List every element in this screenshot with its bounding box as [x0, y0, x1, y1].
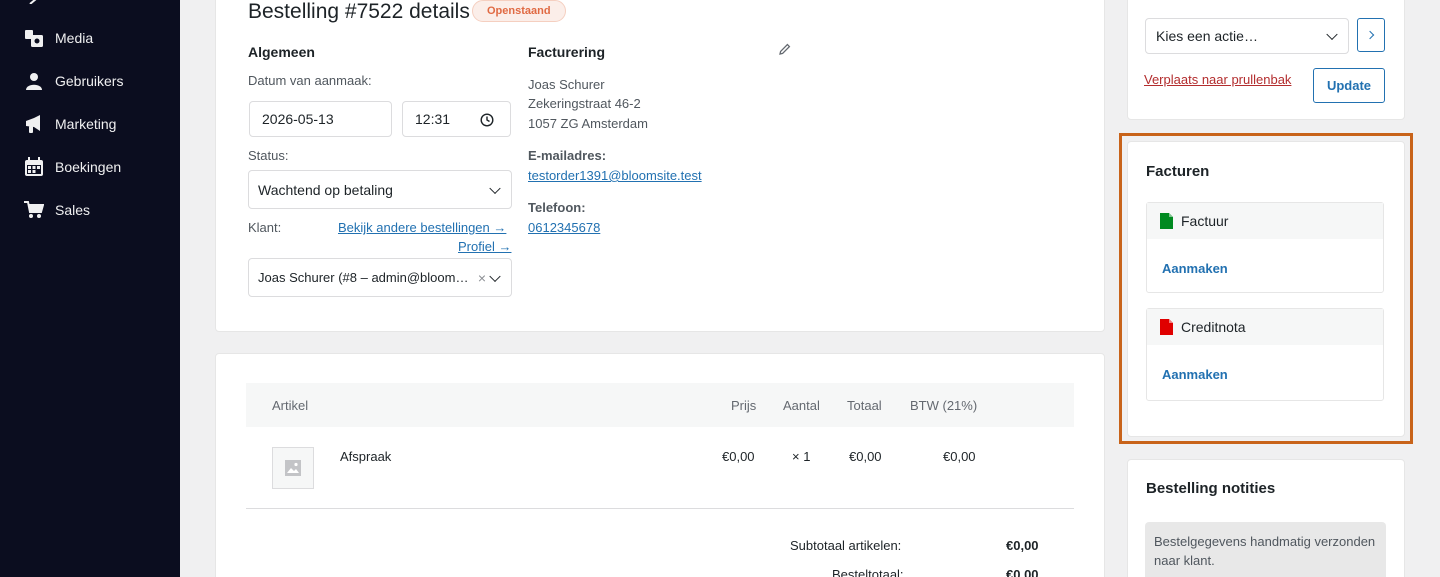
col-qty: Aantal	[783, 398, 820, 413]
green-document-icon	[1160, 213, 1173, 229]
sidebar-item-label: Media	[55, 30, 94, 46]
red-document-icon	[1160, 319, 1173, 335]
chevron-down-icon	[489, 270, 501, 282]
sidebar-item-media[interactable]: Media	[0, 18, 180, 58]
col-article: Artikel	[272, 398, 309, 413]
chevron-down-icon	[1326, 28, 1338, 41]
phone-label: Telefoon:	[528, 200, 586, 215]
sidebar-item-label: Sales	[55, 202, 91, 218]
admin-sidebar: Media Gebruikers Marketing Boekingen Sal…	[0, 0, 180, 577]
sidebar-item-label: Marketing	[55, 116, 117, 132]
customer-select[interactable]: Joas Schurer (#8 – admin@bloom… ×	[248, 258, 512, 297]
sidebar-item-sales[interactable]: Sales	[0, 190, 180, 230]
email-label: E-mailadres:	[528, 148, 607, 163]
notes-heading: Bestelling notities	[1146, 480, 1276, 497]
create-creditnote-link[interactable]: Aanmaken	[1162, 367, 1228, 382]
col-vat: BTW (21%)	[910, 398, 978, 413]
edit-pencil-icon[interactable]	[779, 43, 791, 55]
update-button[interactable]: Update	[1313, 68, 1385, 103]
order-total-label: Besteltotaal:	[832, 567, 904, 577]
subtotal-value: €0,00	[1006, 538, 1039, 553]
megaphone-icon	[24, 114, 44, 134]
subtotal-label: Subtotaal artikelen:	[790, 538, 902, 553]
date-input[interactable]: 2026-05-13	[249, 101, 392, 137]
order-total-value: €0,00	[1006, 567, 1039, 577]
invoices-heading: Facturen	[1146, 163, 1210, 180]
menu-collapse-icon	[29, 0, 37, 4]
creditnote-card: Creditnota Aanmaken	[1146, 308, 1384, 401]
sidebar-item-gebruikers[interactable]: Gebruikers	[0, 61, 180, 101]
address-line: 1057 ZG Amsterdam	[528, 116, 648, 131]
item-name: Afspraak	[340, 449, 392, 464]
address-line: Joas Schurer	[528, 77, 605, 92]
clear-customer-icon[interactable]: ×	[478, 270, 486, 286]
page-title: Bestelling #7522 details	[248, 0, 470, 23]
col-total: Totaal	[847, 398, 882, 413]
billing-heading: Facturering	[528, 44, 606, 60]
cart-icon	[24, 200, 44, 220]
chevron-down-icon	[489, 182, 501, 194]
document-name: Factuur	[1181, 213, 1229, 229]
status-label: Status:	[248, 148, 289, 163]
item-total: €0,00	[849, 449, 882, 464]
phone-link[interactable]: 0612345678	[528, 220, 600, 235]
sidebar-item-marketing[interactable]: Marketing	[0, 104, 180, 144]
chevron-right-icon	[1365, 30, 1375, 40]
create-invoice-link[interactable]: Aanmaken	[1162, 261, 1228, 276]
sidebar-item-boekingen[interactable]: Boekingen	[0, 147, 180, 187]
invoice-card-header: Factuur	[1147, 203, 1383, 239]
item-vat: €0,00	[943, 449, 976, 464]
users-icon	[24, 71, 44, 91]
date-label: Datum van aanmaak:	[248, 73, 372, 88]
status-badge: Openstaand	[472, 0, 566, 22]
invoice-card: Factuur Aanmaken	[1146, 202, 1384, 293]
sidebar-item-label: Gebruikers	[55, 73, 124, 89]
move-to-trash-link[interactable]: Verplaats naar prullenbak	[1144, 72, 1291, 87]
order-action-select[interactable]: Kies een actie…	[1145, 18, 1349, 54]
item-price: €0,00	[722, 449, 755, 464]
col-price: Prijs	[731, 398, 757, 413]
calendar-icon	[24, 157, 44, 177]
time-input[interactable]: 12:31	[402, 101, 511, 137]
general-heading: Algemeen	[248, 44, 315, 60]
status-select[interactable]: Wachtend op betaling	[248, 170, 512, 209]
profile-link[interactable]: Profiel →	[458, 239, 511, 254]
clock-icon	[480, 113, 494, 127]
other-orders-link[interactable]: Bekijk andere bestellingen →	[338, 220, 506, 235]
item-qty: × 1	[792, 449, 811, 464]
document-name: Creditnota	[1181, 319, 1246, 335]
media-icon	[24, 28, 44, 48]
customer-label: Klant:	[248, 220, 282, 235]
apply-action-button[interactable]	[1357, 18, 1385, 52]
items-divider	[246, 508, 1074, 509]
product-thumbnail	[272, 447, 314, 489]
image-placeholder-icon	[285, 460, 301, 476]
sidebar-item-label: Boekingen	[55, 159, 122, 175]
email-link[interactable]: testorder1391@bloomsite.test	[528, 168, 702, 183]
address-line: Zekeringstraat 46-2	[528, 96, 641, 111]
creditnote-card-header: Creditnota	[1147, 309, 1383, 345]
note-item: Bestelgegevens handmatig verzonden naar …	[1145, 522, 1386, 577]
